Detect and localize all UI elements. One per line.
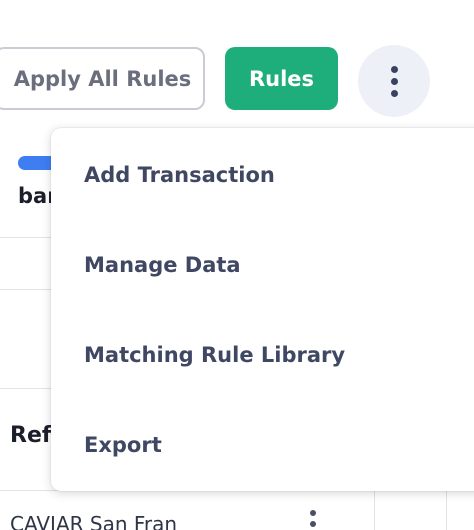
more-options-menu: Add Transaction Manage Data Matching Rul… xyxy=(51,128,474,491)
kebab-dot-icon xyxy=(310,521,316,527)
column-header-reference: Ref xyxy=(10,423,52,448)
kebab-dot-icon xyxy=(310,510,316,516)
kebab-dot-icon xyxy=(390,77,398,85)
rules-button[interactable]: Rules xyxy=(225,47,338,110)
column-divider xyxy=(374,490,375,530)
menu-item-manage-data[interactable]: Manage Data xyxy=(51,220,474,310)
page: Apply All Rules Rules bar Ref CAVIAR San… xyxy=(0,0,474,530)
rules-label: Rules xyxy=(248,66,315,91)
kebab-dot-icon xyxy=(390,65,398,73)
menu-item-label: Export xyxy=(84,433,162,457)
column-divider xyxy=(446,490,447,530)
more-options-button[interactable] xyxy=(358,45,430,117)
table-row-description: CAVIAR San Fran xyxy=(10,512,178,530)
apply-all-rules-button[interactable]: Apply All Rules xyxy=(0,47,205,110)
menu-item-export[interactable]: Export xyxy=(51,400,474,490)
menu-item-label: Add Transaction xyxy=(84,163,275,187)
menu-item-label: Manage Data xyxy=(84,253,241,277)
menu-item-add-transaction[interactable]: Add Transaction xyxy=(51,130,474,220)
row-actions-button[interactable] xyxy=(310,510,316,530)
menu-item-label: Matching Rule Library xyxy=(84,343,346,367)
menu-item-matching-rule-library[interactable]: Matching Rule Library xyxy=(51,310,474,400)
apply-all-rules-label: Apply All Rules xyxy=(13,66,192,91)
kebab-dot-icon xyxy=(390,89,398,97)
